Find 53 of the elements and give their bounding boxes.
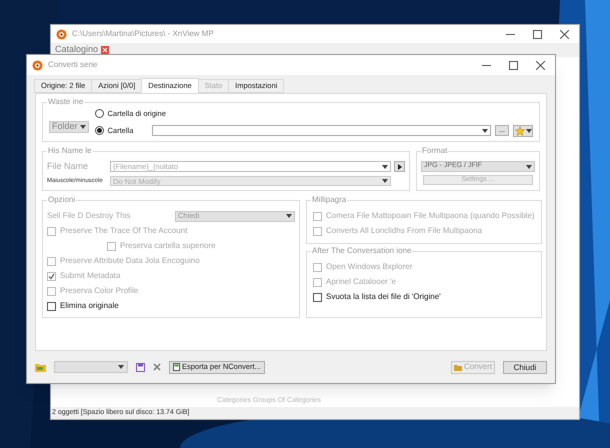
check-icon [48, 272, 55, 280]
caret-icon [80, 125, 86, 129]
app-logo-icon [56, 28, 67, 40]
checkbox-label: Elimina originale [60, 300, 119, 312]
caret-icon [526, 164, 532, 168]
caret-icon [482, 128, 488, 132]
close-icon[interactable] [536, 60, 545, 70]
group-legend: Millipagra [311, 195, 348, 205]
checkbox-label: Preserva cartella superiore [120, 240, 216, 252]
window-title: Converti serie [48, 59, 98, 71]
caret-icon [286, 214, 292, 218]
caret-icon [382, 164, 388, 168]
checkbox-label: Submit Metadata [60, 270, 120, 282]
caret-icon [382, 179, 388, 184]
close-icon[interactable] [560, 30, 569, 38]
folder-icon[interactable] [35, 362, 46, 372]
delete-icon[interactable] [153, 363, 161, 371]
maximize-icon[interactable] [509, 60, 518, 70]
caret-icon [526, 128, 532, 132]
checkbox-label: Preserve The Trace Of The Account [60, 225, 188, 237]
group-legend: Opzioni [47, 195, 76, 205]
checkbox-label: Comera File Mattopoain File Multipaona (quando Possible) [326, 210, 535, 222]
document-icon [173, 363, 180, 371]
group-legend: Waste ine [47, 97, 84, 107]
window-title: C:\Users\Martina\Pictures\ - XnView MP [72, 28, 214, 40]
checkbox-label: Converts All Lonclidhs From File Multipaona [326, 225, 482, 237]
checkbox-label: Preserva Color Profile [60, 285, 138, 297]
group-legend: After The Conversation ione [311, 246, 412, 256]
favorites-button[interactable] [513, 124, 533, 136]
app-logo-icon [32, 60, 43, 70]
maximize-icon[interactable] [533, 30, 542, 38]
group-legend: Format [421, 146, 448, 156]
checkbox-label: Preserve Attribute Data Jola Encoguino [60, 255, 200, 267]
group-legend: His Name le [47, 146, 93, 156]
checkbox[interactable] [313, 292, 322, 302]
close-button[interactable]: Chiudi [503, 360, 547, 374]
radio-button[interactable] [94, 126, 104, 135]
star-icon [514, 126, 524, 136]
checkbox-label: Aprinel Catalooer 'e [326, 276, 396, 288]
path-field[interactable] [152, 125, 491, 136]
folder-dropdown[interactable]: Folder [49, 121, 89, 133]
play-icon [398, 164, 402, 170]
checkbox-label: Svuota la lista dei file di 'Origine' [326, 291, 441, 303]
catalog-tab[interactable]: Catalogino [55, 43, 98, 57]
field-label: Sell File D Destroy This [47, 210, 132, 222]
minimize-icon[interactable] [482, 64, 491, 66]
save-icon[interactable] [136, 362, 145, 372]
checkbox-label: Open Windows Bxplorer [326, 261, 412, 273]
field-label: File Name [47, 160, 90, 173]
caret-icon [118, 365, 124, 369]
checkbox[interactable] [47, 302, 56, 310]
radio-button[interactable] [94, 109, 104, 118]
play-button[interactable] [394, 161, 405, 172]
